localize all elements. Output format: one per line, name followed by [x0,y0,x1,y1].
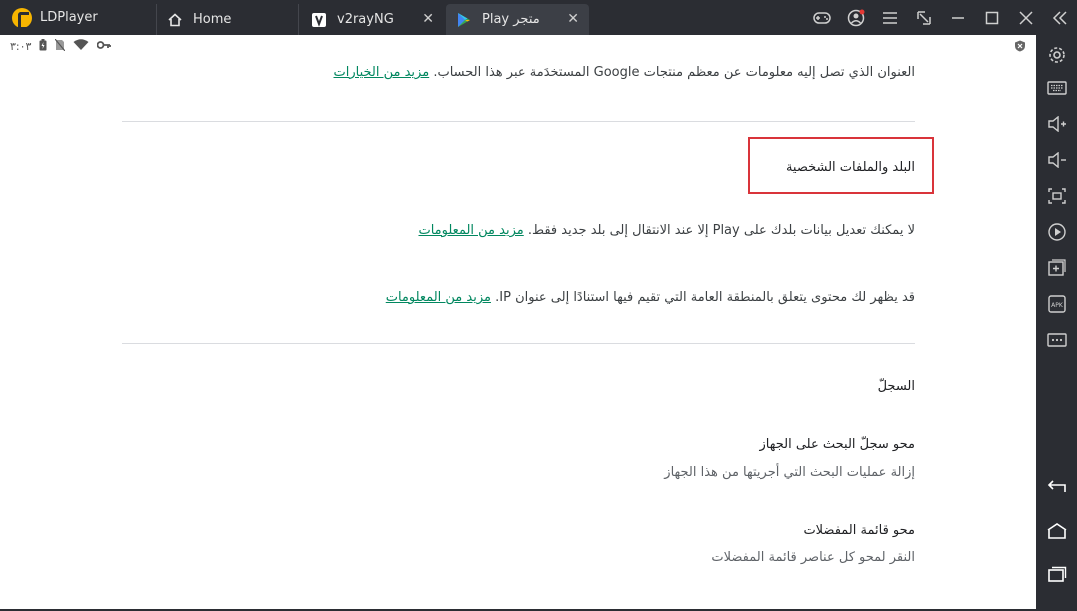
country-info-text: لا يمكنك تعديل بيانات بلدك على Play إلا … [527,223,915,238]
keyboard-icon[interactable] [1036,70,1077,106]
status-icons: ٣:٠٣ [10,38,112,54]
svg-text:APK: APK [1051,302,1064,309]
tab-v2rayng[interactable]: v2rayNG ✕ [298,4,444,35]
divider [122,343,915,344]
volume-down-icon[interactable] [1036,142,1077,178]
maximize-icon[interactable] [975,0,1009,35]
shield-icon [1014,40,1026,52]
wifi-icon [73,38,89,54]
more-options-link[interactable]: مزيد من الخيارات [334,65,430,80]
home-icon [167,12,183,28]
apk-install-icon[interactable]: APK [1036,286,1077,322]
ip-info-text: قد يظهر لك محتوى يتعلق بالمنطقة العامة ا… [495,290,915,305]
clear-favorites-description: النقر لمحو كل عناصر قائمة المفضلات [711,550,915,565]
tab-home[interactable]: Home [156,4,298,35]
highlight-box [748,137,934,194]
clear-search-history-button[interactable]: محو سجلّ البحث على الجهاز [760,437,915,452]
tab-play-store-label: Play متجر [482,12,540,27]
minimize-icon[interactable] [941,0,975,35]
divider [122,121,915,122]
android-screen: ٣:٠٣ العنوان الذي تصل إليه معلومات عن مع… [0,35,1036,609]
no-sim-icon [54,38,66,54]
address-row: العنوان الذي تصل إليه معلومات عن معظم من… [334,65,916,80]
country-info-row: لا يمكنك تعديل بيانات بلدك على Play إلا … [418,223,915,238]
play-store-icon [456,12,472,28]
gamepad-icon[interactable] [805,0,839,35]
ldplayer-logo-icon [12,7,32,30]
window-controls [805,0,1077,35]
tab-home-label: Home [193,12,232,27]
screenshot-icon[interactable] [1036,178,1077,214]
collapse-sidebar-icon[interactable] [1043,0,1077,35]
country-learn-more-link[interactable]: مزيد من المعلومات [418,223,523,238]
ip-learn-more-link[interactable]: مزيد من المعلومات [386,290,491,305]
v2rayng-icon [311,12,327,28]
ip-info-row: قد يظهر لك محتوى يتعلق بالمنطقة العامة ا… [386,290,915,305]
home-button-icon[interactable] [1036,513,1077,549]
clock: ٣:٠٣ [10,39,32,53]
back-icon[interactable] [1036,468,1077,504]
tab-v2rayng-label: v2rayNG [337,12,394,27]
volume-up-icon[interactable] [1036,106,1077,142]
address-text: العنوان الذي تصل إليه معلومات عن معظم من… [433,65,915,80]
account-icon[interactable] [839,0,873,35]
history-heading: السجلّ [877,379,915,394]
resize-icon[interactable] [907,0,941,35]
app-brand: LDPlayer [0,0,156,35]
vpn-key-icon [97,40,112,53]
close-tab-v2rayng-icon[interactable]: ✕ [422,12,434,26]
close-window-icon[interactable] [1009,0,1043,35]
clear-search-history-description: إزالة عمليات البحث التي أجريتها من هذا ا… [664,465,915,480]
emulator-sidebar: APK [1036,35,1077,611]
record-icon[interactable] [1036,214,1077,250]
menu-icon[interactable] [873,0,907,35]
battery-icon [39,38,47,54]
app-name: LDPlayer [40,10,98,25]
close-tab-play-store-icon[interactable]: ✕ [567,12,579,26]
clear-favorites-button[interactable]: محو قائمة المفضلات [803,523,915,538]
title-bar: LDPlayer Home v2rayNG ✕ Play متجر ✕ [0,0,1077,35]
add-icon[interactable] [1036,250,1077,286]
settings-gear-icon[interactable] [1036,37,1077,73]
status-bar: ٣:٠٣ [0,35,1036,57]
recent-apps-icon[interactable] [1036,556,1077,592]
more-icon[interactable] [1036,322,1077,358]
tab-play-store[interactable]: Play متجر ✕ [446,4,589,35]
